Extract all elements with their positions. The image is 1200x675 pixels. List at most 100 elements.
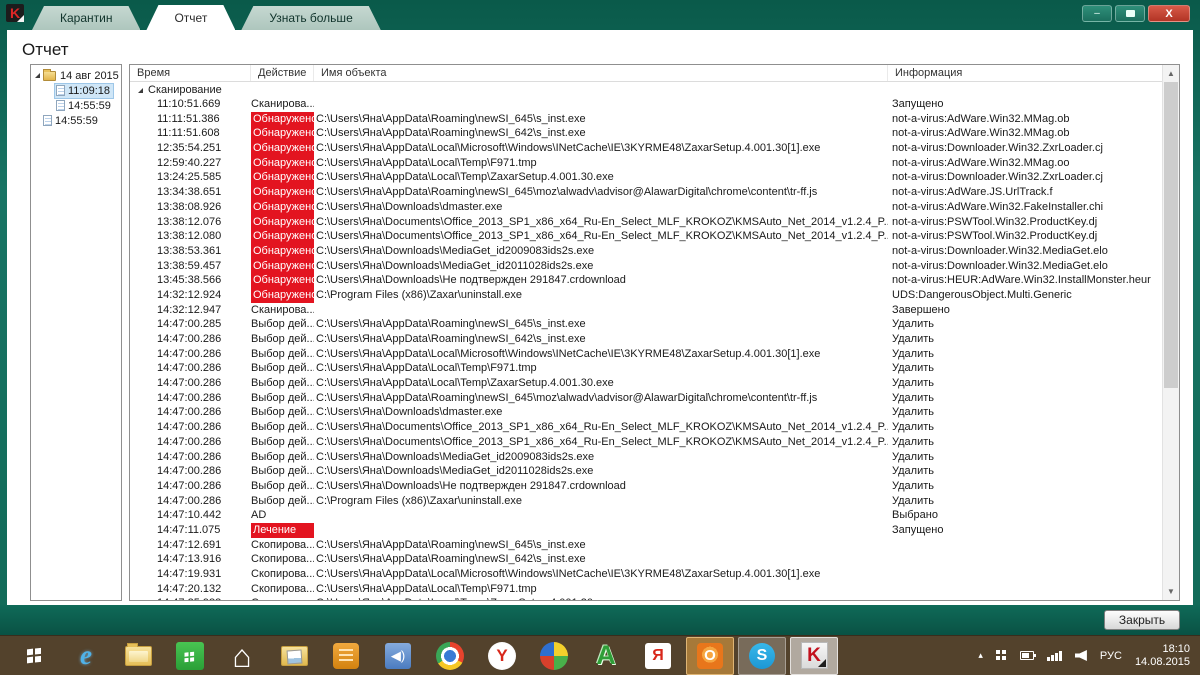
- table-row[interactable]: 13:24:25.585 Обнаружено C:\Users\Яна\App…: [130, 170, 1162, 186]
- network-signal-icon[interactable]: [1046, 650, 1062, 661]
- home-icon[interactable]: ⌂: [218, 637, 266, 675]
- row-object-path: C:\Users\Яна\AppData\Local\Temp\F971.tmp: [316, 362, 537, 375]
- expander-icon[interactable]: [35, 73, 40, 78]
- row-info: Удалить: [892, 318, 934, 331]
- column-header-time[interactable]: Время: [130, 65, 251, 81]
- yandex-icon[interactable]: Y: [478, 637, 526, 675]
- tree-root-label: 14 авг 2015: [60, 69, 119, 82]
- table-row[interactable]: 14:47:00.286 Выбор дей... C:\Users\Яна\A…: [130, 391, 1162, 406]
- table-row[interactable]: 14:47:11.075 Лечение Запущено: [130, 522, 1162, 538]
- table-row[interactable]: 14:47:00.286 Выбор дей... C:\Users\Яна\A…: [130, 332, 1162, 347]
- row-time: 14:47:00.286: [157, 377, 222, 390]
- group-row-scanning[interactable]: Сканирование: [130, 83, 1162, 97]
- table-row[interactable]: 13:38:12.080 Обнаружено C:\Users\Яна\Doc…: [130, 229, 1162, 244]
- minimize-button[interactable]: –: [1082, 5, 1112, 22]
- row-object-path: C:\Users\Яна\AppData\Local\Temp\ZaxarSet…: [314, 596, 888, 600]
- tree-root-item[interactable]: 14 авг 2015: [31, 68, 121, 83]
- row-info: [888, 596, 1162, 600]
- tree-outer-item[interactable]: 14:55:59: [31, 113, 121, 128]
- row-time: 14:47:00.286: [157, 479, 222, 492]
- table-row[interactable]: 12:35:54.251 Обнаружено C:\Users\Яна\App…: [130, 141, 1162, 156]
- tree-child-item[interactable]: 11:09:18: [31, 82, 121, 99]
- table-row[interactable]: 14:47:13.916 Скопирова... C:\Users\Яна\A…: [130, 552, 1162, 567]
- table-row[interactable]: 14:32:12.924 Обнаружено C:\Program Files…: [130, 287, 1162, 303]
- volume-icon[interactable]: [1074, 650, 1087, 661]
- table-row[interactable]: 14:47:12.691 Скопирова... C:\Users\Яна\A…: [130, 538, 1162, 553]
- tree-child-item[interactable]: 14:55:59: [31, 98, 121, 113]
- group-expander-icon[interactable]: [138, 87, 143, 93]
- maximize-button[interactable]: [1115, 5, 1145, 22]
- ya-icon[interactable]: Я: [634, 637, 682, 675]
- table-row[interactable]: 14:47:00.286 Выбор дей... C:\Users\Яна\D…: [130, 420, 1162, 435]
- kaspersky-icon[interactable]: K: [790, 636, 838, 675]
- column-header-action[interactable]: Действие: [251, 65, 314, 81]
- table-row[interactable]: 14:47:00.286 Выбор дей... C:\Program Fil…: [130, 494, 1162, 509]
- notes-icon[interactable]: [322, 637, 370, 675]
- table-row[interactable]: 14:47:20.132 Скопирова... C:\Users\Яна\A…: [130, 582, 1162, 597]
- scroll-up-icon[interactable]: ▲: [1163, 65, 1179, 82]
- table-row[interactable]: 14:47:00.285 Выбор дей... C:\Users\Яна\A…: [130, 317, 1162, 332]
- table-row[interactable]: 12:59:40.227 Обнаружено C:\Users\Яна\App…: [130, 155, 1162, 171]
- clock-time: 18:10: [1162, 642, 1190, 655]
- pictures-icon[interactable]: [270, 637, 318, 675]
- table-row[interactable]: 14:47:00.286 Выбор дей... C:\Users\Яна\A…: [130, 361, 1162, 376]
- action-center-icon[interactable]: [995, 650, 1007, 661]
- table-row[interactable]: 14:47:00.286 Выбор дей... C:\Users\Яна\D…: [130, 464, 1162, 479]
- table-row[interactable]: 13:38:12.076 Обнаружено C:\Users\Яна\Doc…: [130, 214, 1162, 230]
- start-icon[interactable]: [10, 637, 58, 675]
- tab-quarantine[interactable]: Карантин: [32, 6, 140, 30]
- power-icon[interactable]: [1019, 651, 1036, 660]
- table-row[interactable]: 14:47:00.286 Выбор дей... C:\Users\Яна\A…: [130, 347, 1162, 362]
- origin-icon[interactable]: O: [686, 636, 734, 675]
- chrome-icon[interactable]: [426, 637, 474, 675]
- table-row[interactable]: 14:47:00.286 Выбор дей... C:\Users\Яна\A…: [130, 376, 1162, 391]
- clock[interactable]: 18:10 14.08.2015: [1135, 643, 1190, 669]
- row-object-path: C:\Users\Яна\AppData\Local\Temp\ZaxarSet…: [316, 171, 614, 184]
- table-row[interactable]: 14:47:19.931 Скопирова... C:\Users\Яна\A…: [130, 567, 1162, 582]
- table-row[interactable]: 14:32:12.947 Сканирова... Завершено: [130, 303, 1162, 318]
- table-row[interactable]: 14:47:10.442 AD Выбрано: [130, 508, 1162, 523]
- row-info: Удалить: [892, 435, 934, 448]
- language-indicator[interactable]: РУС: [1100, 650, 1122, 662]
- alawar-icon[interactable]: A: [582, 637, 630, 675]
- close-window-button[interactable]: X: [1148, 5, 1190, 22]
- ie-icon[interactable]: e: [62, 637, 110, 675]
- table-row[interactable]: 13:45:38.566 Обнаружено C:\Users\Яна\Dow…: [130, 273, 1162, 288]
- column-header-info[interactable]: Информация: [888, 65, 1162, 81]
- page-title: Отчет: [22, 40, 69, 59]
- tab-report[interactable]: Отчет: [146, 5, 235, 30]
- table-row[interactable]: 13:34:38.651 Обнаружено C:\Users\Яна\App…: [130, 185, 1162, 200]
- row-time: 13:24:25.585: [157, 171, 222, 184]
- table-row[interactable]: 13:38:08.926 Обнаружено C:\Users\Яна\Dow…: [130, 199, 1162, 215]
- row-action: Обнаружено: [251, 170, 314, 186]
- table-row[interactable]: 14:47:25.988 Скопирова... C:\Users\Яна\A…: [130, 596, 1162, 600]
- close-report-button[interactable]: Закрыть: [1104, 610, 1180, 630]
- table-row[interactable]: 11:11:51.608 Обнаружено C:\Users\Яна\App…: [130, 126, 1162, 142]
- skype-icon[interactable]: S: [738, 636, 786, 675]
- table-row[interactable]: 14:47:00.286 Выбор дей... C:\Users\Яна\D…: [130, 450, 1162, 465]
- table-row[interactable]: 13:38:59.457 Обнаружено C:\Users\Яна\Dow…: [130, 258, 1162, 274]
- vertical-scrollbar[interactable]: ▲ ▼: [1162, 65, 1179, 600]
- store-icon[interactable]: [166, 637, 214, 675]
- row-object-path: C:\Users\Яна\Documents\Office_2013_SP1_x…: [316, 230, 888, 243]
- column-header-object[interactable]: Имя объекта: [314, 65, 888, 81]
- table-row[interactable]: 14:47:00.286 Выбор дей... C:\Users\Яна\D…: [130, 405, 1162, 420]
- clock-date: 14.08.2015: [1134, 655, 1190, 668]
- row-info: Удалить: [892, 333, 934, 345]
- table-row[interactable]: 11:11:51.386 Обнаружено C:\Users\Яна\App…: [130, 111, 1162, 127]
- row-time: 13:38:08.926: [157, 200, 222, 213]
- table-row[interactable]: 11:10:51.669 Сканирова... Запущено: [130, 97, 1162, 112]
- row-action: Обнаружено: [251, 111, 314, 127]
- row-object-path: C:\Program Files (x86)\Zaxar\uninstall.e…: [316, 288, 523, 301]
- table-row[interactable]: 13:38:53.361 Обнаружено C:\Users\Яна\Dow…: [130, 243, 1162, 259]
- scrollbar-thumb[interactable]: [1164, 82, 1178, 388]
- table-row[interactable]: 14:47:00.286 Выбор дей... C:\Users\Яна\D…: [130, 479, 1162, 494]
- scroll-down-icon[interactable]: ▼: [1163, 583, 1179, 600]
- report-table: Время Действие Имя объекта Информация Ск…: [129, 64, 1180, 601]
- explorer-icon[interactable]: [114, 637, 162, 675]
- table-row[interactable]: 14:47:00.286 Выбор дей... C:\Users\Яна\D…: [130, 435, 1162, 450]
- sound-icon[interactable]: ◀): [374, 637, 422, 675]
- hidden-icons-arrow-icon[interactable]: ▴: [978, 650, 983, 661]
- ball-icon[interactable]: [530, 637, 578, 675]
- tab-learn-more[interactable]: Узнать больше: [241, 6, 380, 30]
